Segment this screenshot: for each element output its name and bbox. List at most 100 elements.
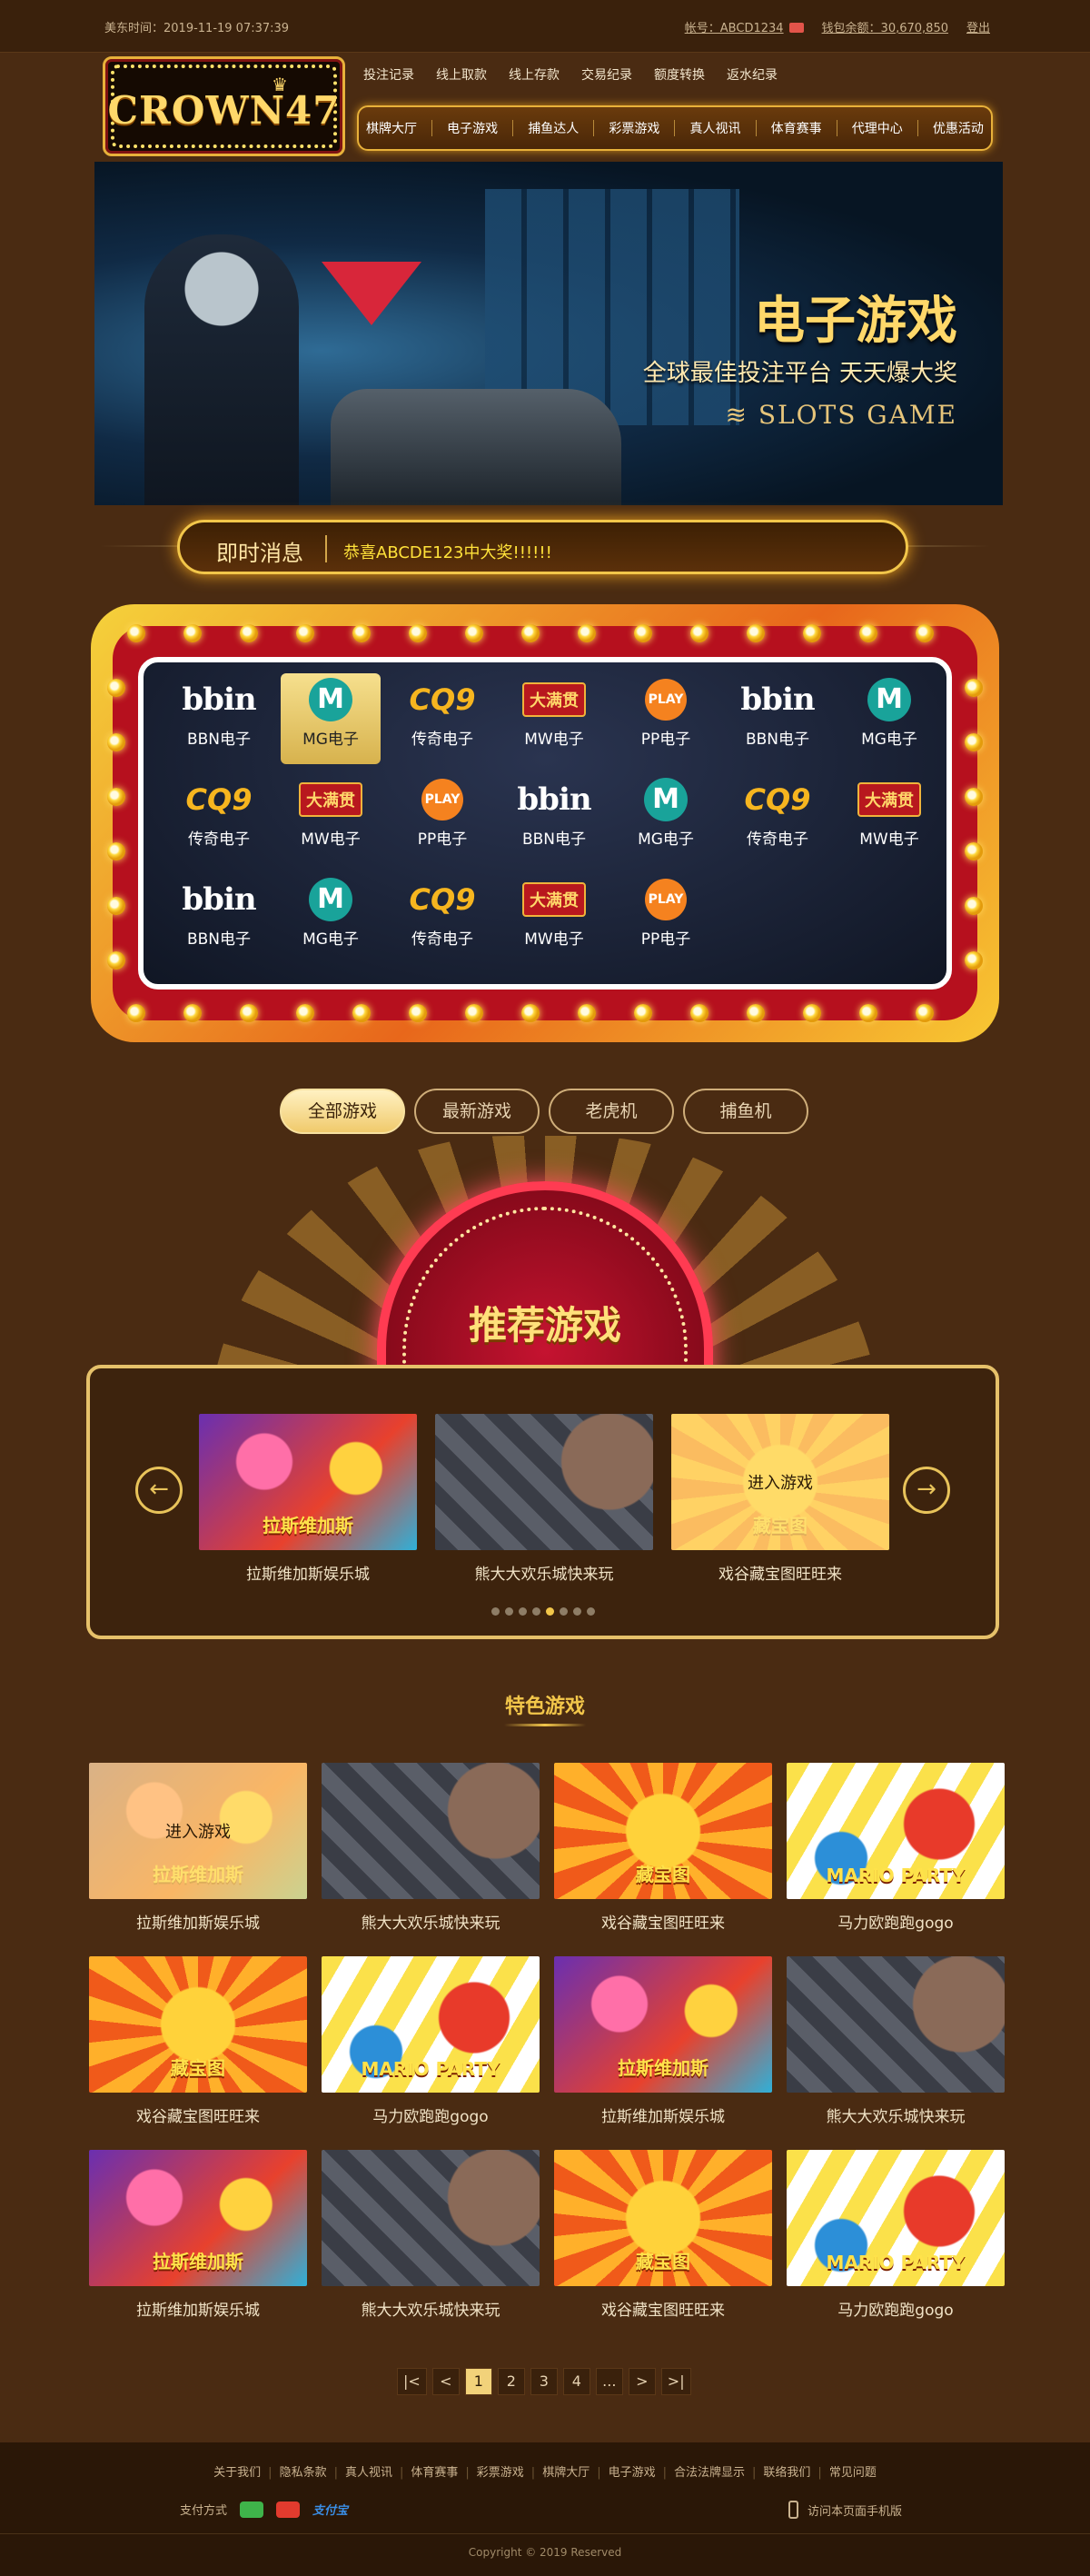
game-card[interactable]: 熊大大欢乐城快来玩 [787,1956,1005,2126]
page-button[interactable]: < [431,2368,460,2395]
footer-link[interactable]: 常见问题 [829,2466,877,2480]
game-thumbnail[interactable]: 藏宝图进入游戏 [671,1414,889,1550]
page-button[interactable]: > [628,2368,656,2395]
platform-mw[interactable]: 大满贯 MW电子 [504,673,604,764]
mail-icon[interactable] [788,23,804,33]
platform-mw[interactable]: 大满贯 MW电子 [281,773,381,864]
game-card[interactable]: 藏宝图 戏谷藏宝图旺旺来 [554,2150,772,2320]
enter-game-overlay[interactable]: 进入游戏 [671,1414,889,1550]
game-thumbnail[interactable] [322,2150,540,2286]
game-card[interactable]: 熊大大欢乐城快来玩 [435,1414,653,1584]
mainnav-item[interactable]: 体育赛事 [771,119,822,137]
news-message[interactable]: 恭喜ABCDE123中大奖!!!!!! [343,540,552,563]
footer-link[interactable]: 彩票游戏 [477,2466,524,2480]
game-thumbnail[interactable]: MARIO PARTY [322,1956,540,2093]
platform-mg[interactable]: M MG电子 [616,773,716,864]
subnav-item[interactable]: 线上取款 [436,65,487,84]
carousel-prev-icon[interactable]: ← [135,1467,183,1514]
carousel-dot[interactable] [531,1607,540,1616]
game-thumbnail[interactable]: 拉斯维加斯 [554,1956,772,2093]
balance-label[interactable]: 钱包余额：30,670,850 [822,18,948,35]
game-thumbnail[interactable]: 藏宝图 [554,2150,772,2286]
subnav-item[interactable]: 返水纪录 [727,65,778,84]
carousel-dot[interactable] [545,1607,554,1616]
tab-filter[interactable]: 老虎机 [549,1089,674,1134]
game-thumbnail[interactable]: 藏宝图 [554,1763,772,1899]
game-thumbnail[interactable] [435,1414,653,1550]
platform-mg[interactable]: M MG电子 [839,673,939,764]
subnav-item[interactable]: 线上存款 [509,65,560,84]
footer-link[interactable]: 电子游戏 [609,2466,656,2480]
platform-mw[interactable]: 大满贯 MW电子 [504,873,604,964]
game-thumbnail[interactable]: 拉斯维加斯 [89,2150,307,2286]
game-thumbnail[interactable]: 拉斯维加斯进入游戏 [89,1763,307,1899]
carousel-dot[interactable] [504,1607,513,1616]
account-label[interactable]: 帐号：ABCD1234 [685,18,804,35]
platform-pp[interactable]: PLAY PP电子 [616,873,716,964]
carousel-dot[interactable] [559,1607,568,1616]
mainnav-item[interactable]: 棋牌大厅 [366,119,417,137]
subnav-item[interactable]: 投注记录 [363,65,414,84]
carousel-dot[interactable] [572,1607,581,1616]
footer-link[interactable]: 隐私条款 [280,2466,327,2480]
footer-link[interactable]: 棋牌大厅 [542,2466,590,2480]
game-card[interactable]: 拉斯维加斯进入游戏拉斯维加斯娱乐城 [89,1763,307,1933]
logout-link[interactable]: 登出 [966,18,990,35]
footer-link[interactable]: 联络我们 [763,2466,810,2480]
footer-link[interactable]: 体育赛事 [411,2466,458,2480]
page-button[interactable]: 4 [562,2368,590,2395]
page-button[interactable]: >| [660,2368,691,2395]
platform-cq9[interactable]: CQ9 传奇电子 [728,773,827,864]
footer-link[interactable]: 合法法牌显示 [674,2466,745,2480]
game-card[interactable]: 藏宝图进入游戏戏谷藏宝图旺旺来 [671,1414,889,1584]
tab-filter[interactable]: 捕鱼机 [683,1089,808,1134]
platform-pp[interactable]: PLAY PP电子 [616,673,716,764]
game-thumbnail[interactable]: 拉斯维加斯 [199,1414,417,1550]
page-button[interactable]: 2 [497,2368,525,2395]
page-button[interactable]: 1 [464,2368,492,2395]
game-card[interactable]: 拉斯维加斯 拉斯维加斯娱乐城 [89,2150,307,2320]
page-button[interactable]: |< [397,2368,427,2395]
game-card[interactable]: 熊大大欢乐城快来玩 [322,2150,540,2320]
game-card[interactable]: 拉斯维加斯 拉斯维加斯娱乐城 [199,1414,417,1584]
platform-bbin[interactable]: bbin BBN电子 [728,673,827,764]
game-thumbnail[interactable]: MARIO PARTY [787,2150,1005,2286]
subnav-item[interactable]: 交易纪录 [581,65,632,84]
mainnav-item[interactable]: 电子游戏 [447,119,498,137]
footer-link[interactable]: 关于我们 [213,2466,261,2480]
platform-pp[interactable]: PLAY PP电子 [392,773,492,864]
mobile-version[interactable]: 访问本页面手机版 [788,2501,902,2519]
platform-cq9[interactable]: CQ9 传奇电子 [392,873,492,964]
platform-bbin[interactable]: bbin BBN电子 [504,773,604,864]
subnav-item[interactable]: 额度转换 [654,65,705,84]
mainnav-item[interactable]: 捕鱼达人 [528,119,579,137]
tab-filter[interactable]: 最新游戏 [414,1089,540,1134]
game-card[interactable]: MARIO PARTY 马力欧跑跑gogo [322,1956,540,2126]
footer-link[interactable]: 真人视讯 [345,2466,392,2480]
carousel-dot[interactable] [490,1607,500,1616]
platform-mw[interactable]: 大满贯 MW电子 [839,773,939,864]
page-button[interactable]: 3 [530,2368,558,2395]
platform-bbin[interactable]: bbin BBN电子 [169,673,269,764]
game-thumbnail[interactable] [322,1763,540,1899]
mainnav-item[interactable]: 彩票游戏 [609,119,659,137]
carousel-dot[interactable] [518,1607,527,1616]
game-card[interactable]: 藏宝图 戏谷藏宝图旺旺来 [554,1763,772,1933]
platform-mg[interactable]: M MG电子 [281,873,381,964]
mainnav-item[interactable]: 真人视讯 [690,119,741,137]
site-logo[interactable]: ♛ CROWN47 [103,56,345,156]
page-button[interactable]: ... [595,2368,623,2395]
platform-cq9[interactable]: CQ9 传奇电子 [392,673,492,764]
mainnav-item[interactable]: 优惠活动 [933,119,984,137]
carousel-dot[interactable] [586,1607,595,1616]
mainnav-item[interactable]: 代理中心 [852,119,903,137]
carousel-next-icon[interactable]: → [903,1467,950,1514]
game-card[interactable]: 拉斯维加斯 拉斯维加斯娱乐城 [554,1956,772,2126]
game-thumbnail[interactable]: 藏宝图 [89,1956,307,2093]
game-card[interactable]: 藏宝图 戏谷藏宝图旺旺来 [89,1956,307,2126]
game-card[interactable]: 熊大大欢乐城快来玩 [322,1763,540,1933]
game-thumbnail[interactable]: MARIO PARTY [787,1763,1005,1899]
game-card[interactable]: MARIO PARTY 马力欧跑跑gogo [787,2150,1005,2320]
tab-filter[interactable]: 全部游戏 [280,1089,405,1134]
game-thumbnail[interactable] [787,1956,1005,2093]
